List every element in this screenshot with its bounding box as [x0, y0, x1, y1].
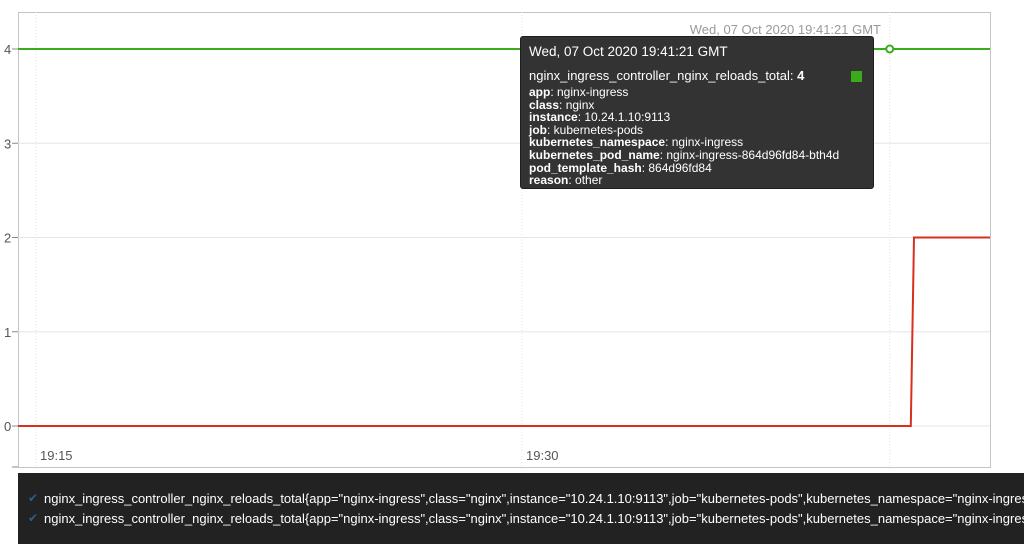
y-tick-label: 3 [4, 136, 11, 151]
legend-label: nginx_ingress_controller_nginx_reloads_t… [44, 490, 1024, 506]
legend: ✔ nginx_ingress_controller_nginx_reloads_… [18, 473, 1024, 544]
tooltip-time: Wed, 07 Oct 2020 19:41:21 GMT [529, 44, 728, 59]
hover-tooltip: Wed, 07 Oct 2020 19:41:21 GMT nginx_ingr… [520, 36, 874, 189]
tooltip-series-name: nginx_ingress_controller_nginx_reloads_t… [529, 68, 794, 83]
y-tick-label: 1 [4, 325, 11, 340]
x-tick-label: 19:30 [526, 448, 559, 463]
y-tick-label: 2 [4, 231, 11, 246]
legend-label: nginx_ingress_controller_nginx_reloads_t… [44, 510, 1024, 526]
hover-time-label: Wed, 07 Oct 2020 19:41:21 GMT [690, 22, 881, 37]
tooltip-label-row: reason: other [529, 174, 865, 187]
tooltip-labels: app: nginx-ingress class: nginx instance: … [529, 86, 865, 187]
legend-item[interactable]: ✔ nginx_ingress_controller_nginx_reloads_… [18, 508, 1024, 528]
tooltip-label-key: reason [529, 173, 569, 188]
tooltip-series: nginx_ingress_controller_nginx_reloads_t… [529, 68, 865, 83]
tooltip-series-swatch [851, 71, 862, 82]
y-tick-label: 0 [4, 419, 11, 434]
hover-point-marker [885, 44, 895, 54]
checkmark-icon[interactable]: ✔ [28, 491, 38, 505]
y-tick-label: 4 [4, 42, 11, 57]
tooltip-label-value: : 864d96fd84 [641, 160, 712, 175]
x-tick-label: 19:15 [40, 448, 73, 463]
checkmark-icon[interactable]: ✔ [28, 511, 38, 525]
legend-item[interactable]: ✔ nginx_ingress_controller_nginx_reloads_… [18, 488, 1024, 508]
tooltip-series-value: 4 [797, 68, 805, 83]
tooltip-label-value: : other [568, 173, 603, 188]
